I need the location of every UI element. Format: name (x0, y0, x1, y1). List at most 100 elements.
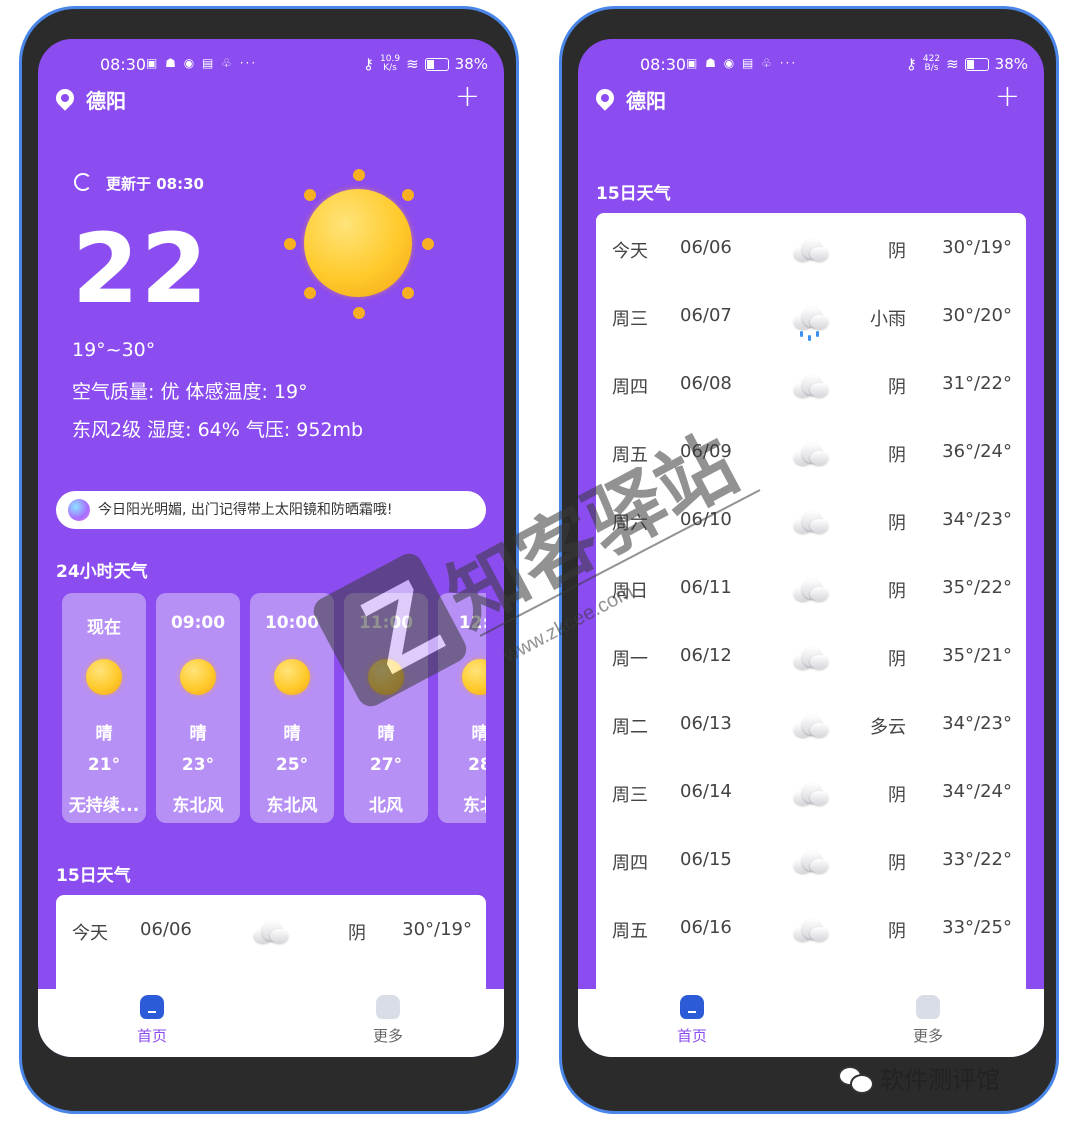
cloud-icon (792, 443, 828, 465)
day-row[interactable]: 周三 06/07 小雨 30°/20° (596, 283, 1026, 351)
day-temp-range: 34°/23° (942, 509, 1012, 530)
day-row[interactable]: 周一 06/12 阴 35°/21° (596, 623, 1026, 691)
day-condition: 阴 (888, 513, 906, 534)
day-weekday: 周四 (612, 377, 648, 398)
phone-right-forecast: 08:30 ▣ ☗ ◉ ▤ ♧ ··· ⚷ 422 B/s ≋ 38% 德阳 + … (559, 6, 1059, 1114)
day-row[interactable]: 周四 06/15 阴 33°/22° (596, 827, 1026, 895)
day-row[interactable]: 周六 06/10 阴 34°/23° (596, 487, 1026, 555)
hour-condition: 晴 (95, 724, 113, 744)
day-date: 06/15 (680, 849, 732, 870)
battery-icon (964, 57, 989, 71)
day-weekday: 周五 (612, 921, 648, 942)
nav-home[interactable]: 首页 (112, 995, 192, 1046)
tip-orb-icon (68, 499, 90, 521)
day-weekday: 周二 (612, 717, 648, 738)
nav-more[interactable]: 更多 (888, 995, 968, 1046)
home-icon (140, 995, 164, 1019)
wechat-icon (838, 1064, 874, 1094)
daily-forecast-list[interactable]: 今天 06/06 阴 30°/19° 周三 06/07 小雨 30°/20° 周四 06/08 阴 3… (596, 213, 1026, 1023)
day-condition: 多云 (870, 717, 906, 738)
day-condition: 阴 (888, 785, 906, 806)
cloud-icon (792, 375, 828, 397)
nav-home[interactable]: 首页 (652, 995, 732, 1046)
status-right: ⚷ 422 B/s ≋ 38% (905, 55, 1028, 74)
day-temp-range: 30°/20° (942, 305, 1012, 326)
day-temp-range: 34°/23° (942, 713, 1012, 734)
cloud-icon (252, 921, 288, 943)
notification-icons: ▣ ☗ ◉ ▤ ♧ ··· (146, 56, 258, 70)
day-weekday: 周日 (612, 581, 648, 602)
hour-card[interactable]: 现在 晴 21° 无持续... (62, 593, 146, 823)
hourly-scroller[interactable]: 现在 晴 21° 无持续... 09:00 晴 23° 东北风 10:00 晴 … (62, 593, 486, 823)
day-weekday: 周六 (612, 513, 648, 534)
day-row[interactable]: 周三 06/14 阴 34°/24° (596, 759, 1026, 827)
nav-more[interactable]: 更多 (348, 995, 428, 1046)
day-date: 06/11 (680, 577, 732, 598)
hour-card[interactable]: 09:00 晴 23° 东北风 (156, 593, 240, 823)
cloud-icon (792, 239, 828, 261)
forecast-screen: 08:30 ▣ ☗ ◉ ▤ ♧ ··· ⚷ 422 B/s ≋ 38% 德阳 + … (578, 39, 1044, 1057)
refresh-icon[interactable] (74, 173, 92, 191)
day-condition: 阴 (888, 853, 906, 874)
home-icon (680, 995, 704, 1019)
status-bar: 08:30 ▣ ☗ ◉ ▤ ♧ ··· ⚷ 10.9 K/s ≋ 38% (38, 53, 504, 77)
day-row[interactable]: 今天 06/06 阴 30°/19° (56, 897, 486, 965)
day-condition: 阴 (888, 241, 906, 262)
city-name[interactable]: 德阳 (86, 85, 126, 114)
hour-card[interactable]: 12:0 晴 28 东北 (438, 593, 486, 823)
air-quality-line: 空气质量: 优 体感温度: 19° (72, 381, 308, 403)
day-date: 06/08 (680, 373, 732, 394)
cloud-icon (792, 851, 828, 873)
hourly-title: 24小时天气 (56, 562, 148, 582)
day-row[interactable]: 周五 06/16 阴 33°/25° (596, 895, 1026, 963)
home-screen: 08:30 ▣ ☗ ◉ ▤ ♧ ··· ⚷ 10.9 K/s ≋ 38% 德阳 +… (38, 39, 504, 1057)
temperature-range: 19°~30° (72, 339, 156, 361)
bottom-nav: 首页 更多 (38, 989, 504, 1057)
hour-card[interactable]: 10:00 晴 25° 东北风 (250, 593, 334, 823)
add-city-button[interactable]: + (995, 79, 1020, 114)
day-row[interactable]: 今天 06/06 阴 30°/19° (596, 215, 1026, 283)
day-row[interactable]: 周日 06/11 阴 35°/22° (596, 555, 1026, 623)
weather-tip-banner[interactable]: 今日阳光明媚, 出门记得带上太阳镜和防晒霜哦! (56, 491, 486, 529)
day-date: 06/07 (680, 305, 732, 326)
day-condition: 阴 (888, 377, 906, 398)
sun-icon (456, 653, 486, 701)
hour-condition: 晴 (283, 724, 301, 744)
hour-time: 10:00 (264, 613, 320, 633)
day-weekday: 周一 (612, 649, 648, 670)
hour-temp: 21° (87, 755, 121, 775)
sun-icon (362, 653, 410, 701)
day-weekday: 周五 (612, 445, 648, 466)
day-temp-range: 30°/19° (942, 237, 1012, 258)
day-temp-range: 35°/22° (942, 577, 1012, 598)
day-condition: 阴 (888, 445, 906, 466)
more-icon (376, 995, 400, 1019)
wifi-icon: ≋ (406, 55, 419, 73)
city-name[interactable]: 德阳 (626, 85, 666, 114)
hour-wind: 东北 (463, 796, 486, 816)
day-condition: 阴 (888, 581, 906, 602)
cloud-icon (792, 783, 828, 805)
battery-icon (424, 57, 449, 71)
cloud-icon (792, 919, 828, 941)
notification-icons: ▣ ☗ ◉ ▤ ♧ ··· (686, 56, 798, 70)
hour-wind: 东北风 (266, 796, 318, 816)
battery-percent: 38% (454, 55, 488, 73)
current-temperature: 22 (72, 213, 210, 325)
day-row[interactable]: 周五 06/09 阴 36°/24° (596, 419, 1026, 487)
hour-condition: 晴 (189, 724, 207, 744)
hour-temp: 28 (468, 755, 486, 775)
hour-wind: 无持续... (68, 796, 140, 816)
day-row[interactable]: 周二 06/13 多云 34°/23° (596, 691, 1026, 759)
day-row[interactable]: 周四 06/08 阴 31°/22° (596, 351, 1026, 419)
key-icon: ⚷ (905, 55, 917, 73)
add-city-button[interactable]: + (455, 79, 480, 114)
hour-temp: 23° (181, 755, 215, 775)
day-condition: 阴 (888, 649, 906, 670)
day-temp-range: 36°/24° (942, 441, 1012, 462)
hour-time: 09:00 (170, 613, 226, 633)
day-weekday: 周四 (612, 853, 648, 874)
sun-icon (268, 653, 316, 701)
watermark-text: 软件测评馆 (880, 1066, 1000, 1094)
hour-card[interactable]: 11:00 晴 27° 北风 (344, 593, 428, 823)
